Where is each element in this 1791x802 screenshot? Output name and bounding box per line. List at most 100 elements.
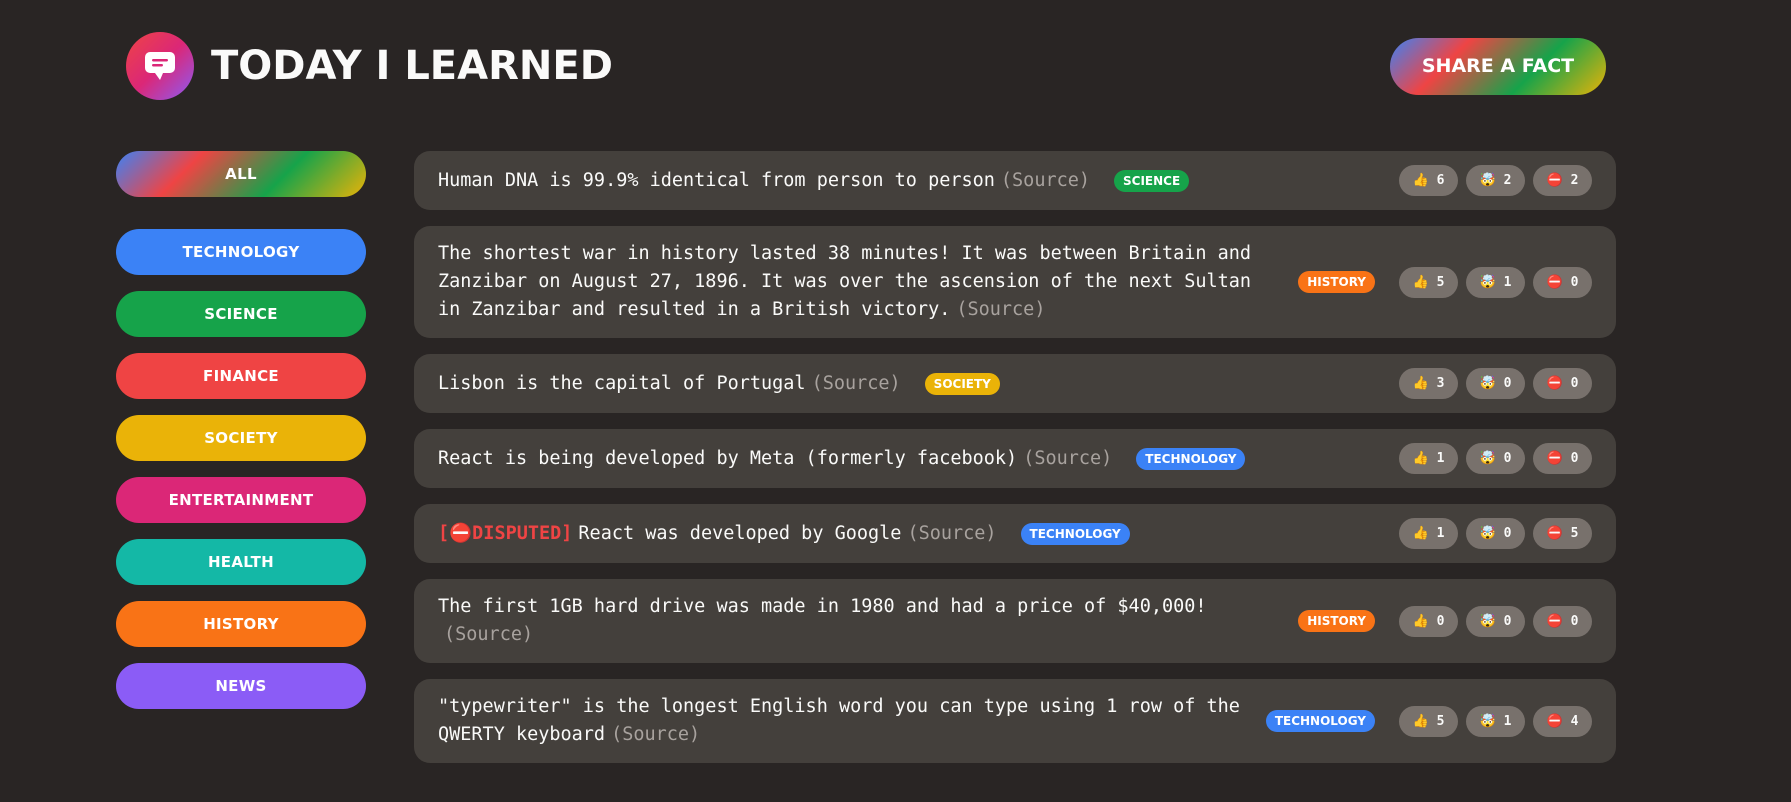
vote-buttons: 👍 6 🤯 2 ⛔ 2 (1399, 165, 1592, 196)
vote-false-button[interactable]: ⛔ 0 (1533, 443, 1592, 474)
category-list: Technology Science Finance Society Entertain… (116, 229, 366, 709)
fact-text: React was developed by Google (578, 522, 902, 544)
mind-blown-icon: 🤯 (1479, 173, 1496, 188)
vote-mindblowing-button[interactable]: 🤯 2 (1466, 165, 1525, 196)
category-sidebar: All Technology Science Finance Society Enter… (116, 151, 366, 725)
source-link[interactable]: (Source) (956, 299, 1045, 320)
category-tag: Society (924, 372, 1000, 395)
fact-content: Lisbon is the capital of Portugal (Source… (438, 370, 1399, 398)
app-header: Today I Learned Share a fact (126, 32, 1606, 100)
speech-bubble-logo-icon (126, 32, 194, 100)
fact-content: "typewriter" is the longest English word… (438, 693, 1242, 749)
vote-count: 2 (1503, 173, 1512, 188)
vote-count: 0 (1570, 451, 1579, 466)
category-tag: History (1298, 610, 1375, 632)
source-link[interactable]: (Source) (444, 624, 533, 645)
share-fact-button[interactable]: Share a fact (1390, 37, 1606, 95)
mind-blown-icon: 🤯 (1479, 376, 1496, 391)
vote-like-button[interactable]: 👍 1 (1399, 443, 1458, 474)
no-entry-icon: ⛔ (1546, 451, 1563, 466)
category-tag: Science (1114, 169, 1190, 192)
category-button-health[interactable]: Health (116, 539, 366, 585)
category-button-news[interactable]: News (116, 663, 366, 709)
vote-count: 0 (1570, 274, 1579, 290)
mind-blown-icon: 🤯 (1479, 713, 1496, 729)
vote-like-button[interactable]: 👍 6 (1399, 165, 1458, 196)
thumbs-up-icon: 👍 (1412, 173, 1429, 188)
vote-count: 0 (1436, 613, 1445, 629)
vote-buttons: 👍 5 🤯 1 ⛔ 4 (1399, 705, 1592, 737)
mind-blown-icon: 🤯 (1479, 613, 1496, 629)
vote-mindblowing-button[interactable]: 🤯 0 (1466, 518, 1525, 549)
vote-like-button[interactable]: 👍 1 (1399, 518, 1458, 549)
vote-count: 0 (1503, 451, 1512, 466)
category-button-technology[interactable]: Technology (116, 229, 366, 275)
fact-text: The shortest war in history lasted 38 mi… (438, 243, 1252, 320)
fact-text: The first 1GB hard drive was made in 198… (438, 596, 1207, 617)
vote-count: 1 (1503, 713, 1512, 729)
vote-false-button[interactable]: ⛔ 0 (1533, 605, 1592, 637)
fact-text-block: "typewriter" is the longest English word… (438, 693, 1242, 749)
vote-false-button[interactable]: ⛔ 0 (1533, 368, 1592, 399)
thumbs-up-icon: 👍 (1412, 451, 1429, 466)
vote-like-button[interactable]: 👍 5 (1399, 266, 1458, 298)
vote-like-button[interactable]: 👍 3 (1399, 368, 1458, 399)
vote-mindblowing-button[interactable]: 🤯 1 (1466, 266, 1525, 298)
fact-text-block: Human DNA is 99.9% identical from person… (438, 167, 1090, 195)
thumbs-up-icon: 👍 (1412, 274, 1429, 290)
no-entry-icon: ⛔ (1546, 526, 1563, 541)
vote-mindblowing-button[interactable]: 🤯 0 (1466, 443, 1525, 474)
category-button-science[interactable]: Science (116, 291, 366, 337)
fact-text-block: React is being developed by Meta (former… (438, 445, 1112, 473)
fact-content: The shortest war in history lasted 38 mi… (438, 240, 1274, 324)
vote-mindblowing-button[interactable]: 🤯 1 (1466, 705, 1525, 737)
category-button-history[interactable]: History (116, 601, 366, 647)
source-link[interactable]: (Source) (1001, 170, 1090, 191)
vote-like-button[interactable]: 👍 5 (1399, 705, 1458, 737)
no-entry-icon: ⛔ (1546, 376, 1563, 391)
vote-count: 0 (1570, 613, 1579, 629)
fact-item: The shortest war in history lasted 38 mi… (414, 226, 1616, 338)
filter-all-button[interactable]: All (116, 151, 366, 197)
thumbs-up-icon: 👍 (1412, 376, 1429, 391)
vote-buttons: 👍 1 🤯 0 ⛔ 5 (1399, 518, 1592, 549)
thumbs-up-icon: 👍 (1412, 526, 1429, 541)
fact-content: React is being developed by Meta (former… (438, 445, 1399, 473)
fact-text: "typewriter" is the longest English word… (438, 696, 1240, 745)
source-link[interactable]: (Source) (1023, 448, 1112, 469)
vote-false-button[interactable]: ⛔ 5 (1533, 518, 1592, 549)
vote-false-button[interactable]: ⛔ 4 (1533, 705, 1592, 737)
category-button-finance[interactable]: Finance (116, 353, 366, 399)
source-link[interactable]: (Source) (907, 523, 996, 544)
disputed-label: [⛔DISPUTED] (438, 522, 573, 544)
mind-blown-icon: 🤯 (1479, 451, 1496, 466)
vote-mindblowing-button[interactable]: 🤯 0 (1466, 605, 1525, 637)
source-link[interactable]: (Source) (812, 373, 901, 394)
fact-item: "typewriter" is the longest English word… (414, 679, 1616, 763)
vote-buttons: 👍 3 🤯 0 ⛔ 0 (1399, 368, 1592, 399)
source-link[interactable]: (Source) (611, 724, 700, 745)
fact-content: Human DNA is 99.9% identical from person… (438, 167, 1399, 195)
category-button-society[interactable]: Society (116, 415, 366, 461)
fact-text-block: The first 1GB hard drive was made in 198… (438, 593, 1274, 649)
no-entry-icon: ⛔ (1546, 613, 1563, 629)
vote-false-button[interactable]: ⛔ 0 (1533, 266, 1592, 298)
category-tag: Technology (1265, 710, 1375, 732)
category-button-entertainment[interactable]: Entertainment (116, 477, 366, 523)
vote-like-button[interactable]: 👍 0 (1399, 605, 1458, 637)
vote-count: 0 (1503, 613, 1512, 629)
vote-buttons: 👍 1 🤯 0 ⛔ 0 (1399, 443, 1592, 474)
fact-content: The first 1GB hard drive was made in 198… (438, 593, 1399, 649)
fact-item: The first 1GB hard drive was made in 198… (414, 579, 1616, 663)
vote-count: 5 (1436, 713, 1445, 729)
no-entry-icon: ⛔ (1546, 274, 1563, 290)
no-entry-icon: ⛔ (1546, 713, 1563, 729)
vote-count: 5 (1570, 526, 1579, 541)
mind-blown-icon: 🤯 (1479, 526, 1496, 541)
page-title: Today I Learned (211, 43, 613, 89)
vote-mindblowing-button[interactable]: 🤯 0 (1466, 368, 1525, 399)
vote-false-button[interactable]: ⛔ 2 (1533, 165, 1592, 196)
thumbs-up-icon: 👍 (1412, 713, 1429, 729)
vote-count: 3 (1436, 376, 1445, 391)
vote-count: 1 (1436, 451, 1445, 466)
